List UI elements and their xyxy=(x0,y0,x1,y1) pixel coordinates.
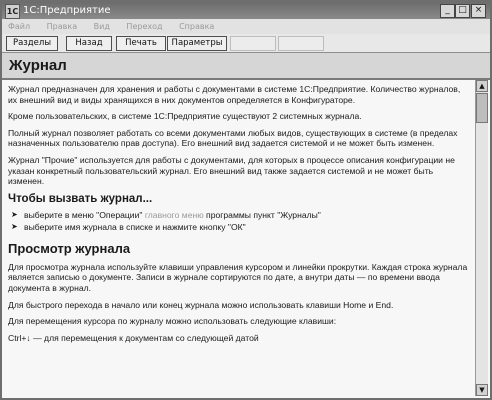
title-bar[interactable]: 1С 1С:Предприятие _ □ × xyxy=(2,2,490,19)
section-heading-view: Просмотр журнала xyxy=(8,240,131,256)
disabled-toolbar-button[interactable] xyxy=(230,36,276,51)
paragraph: Полный журнал позволяет работать со всем… xyxy=(8,127,458,149)
list-item-text: выберите имя журнала в списке и нажмите … xyxy=(24,221,246,232)
page-title: Журнал xyxy=(9,57,67,74)
app-1c-icon: 1С xyxy=(5,4,20,19)
parameters-button[interactable]: Параметры xyxy=(167,36,227,51)
help-content: Журнал предназначен для хранения и работ… xyxy=(8,84,468,394)
menu-item-edit[interactable]: Правка xyxy=(47,22,77,31)
scroll-thumb[interactable] xyxy=(476,93,488,123)
menu-item-file[interactable]: Файл xyxy=(8,22,30,31)
paragraph: Для быстрого перехода в начало или конец… xyxy=(8,299,394,310)
paragraph: Журнал "Прочие" используется для работы … xyxy=(8,154,455,187)
list-item: ➤ выберите имя журнала в списке и нажмит… xyxy=(8,221,468,233)
scroll-up-icon[interactable]: ▲ xyxy=(476,80,488,92)
toolbar: Разделы Назад Печать Параметры xyxy=(2,34,490,53)
menu-item-go[interactable]: Переход xyxy=(126,22,162,31)
maximize-button[interactable]: □ xyxy=(455,4,470,18)
paragraph: Для перемещения курсора по журналу можно… xyxy=(8,316,337,327)
main-menu-link[interactable]: главного меню xyxy=(145,210,204,220)
paragraph: Для просмотра журнала используйте клавиш… xyxy=(8,261,468,293)
page-header: Журнал xyxy=(2,53,490,80)
steps-list: ➤ выберите в меню "Операции" главного ме… xyxy=(8,209,468,233)
disabled-toolbar-button[interactable] xyxy=(278,36,324,51)
bullet-arrow-icon: ➤ xyxy=(11,221,18,231)
menu-item-view[interactable]: Вид xyxy=(94,22,110,31)
list-item-text: программы пункт "Журналы" xyxy=(203,209,321,220)
paragraph: Ctrl+↓ — для перемещения к документам со… xyxy=(8,332,259,343)
close-button[interactable]: × xyxy=(471,4,486,18)
list-item: ➤ выберите в меню "Операции" главного ме… xyxy=(8,209,468,221)
menu-bar: Файл Правка Вид Переход Справка xyxy=(2,19,490,34)
section-heading-call: Чтобы вызвать журнал... xyxy=(8,192,153,205)
paragraph: Журнал предназначен для хранения и работ… xyxy=(8,84,461,105)
menu-item-help[interactable]: Справка xyxy=(179,22,214,31)
scroll-down-icon[interactable]: ▼ xyxy=(476,384,488,396)
list-item-text: выберите в меню "Операции" xyxy=(24,209,145,220)
sections-button[interactable]: Разделы xyxy=(6,36,58,51)
window-title: 1С:Предприятие xyxy=(23,5,111,16)
back-button[interactable]: Назад xyxy=(66,36,112,51)
vertical-scrollbar[interactable]: ▲ ▼ xyxy=(475,80,488,396)
help-window: 1С 1С:Предприятие _ □ × Файл Правка Вид … xyxy=(0,0,492,400)
paragraph: Кроме пользовательских, в системе 1С:Пре… xyxy=(8,111,362,122)
print-button[interactable]: Печать xyxy=(116,36,166,51)
bullet-arrow-icon: ➤ xyxy=(11,209,18,219)
minimize-button[interactable]: _ xyxy=(440,4,455,18)
